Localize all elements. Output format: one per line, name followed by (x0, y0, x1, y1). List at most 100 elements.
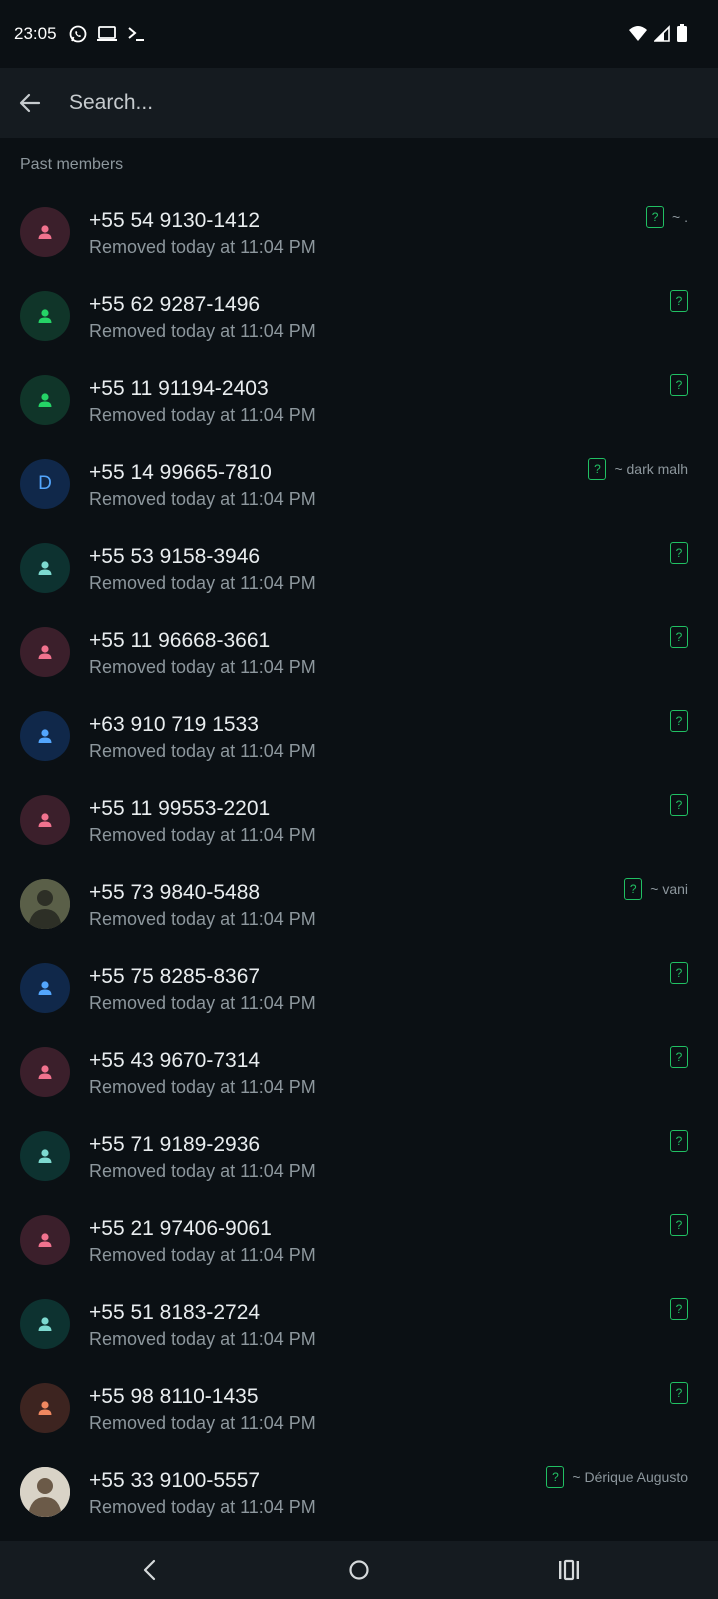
member-status: Removed today at 11:04 PM (89, 405, 316, 425)
avatar[interactable] (20, 375, 70, 425)
person-icon (35, 1062, 55, 1082)
member-meta: ? (670, 542, 688, 564)
member-status: Removed today at 11:04 PM (89, 1077, 316, 1097)
back-nav-icon[interactable] (135, 1555, 165, 1585)
member-row[interactable]: +55 11 91194-2403 Removed today at 11:04 … (0, 359, 718, 443)
member-meta: ? (670, 1130, 688, 1152)
member-phone: +55 51 8183-2724 (89, 1301, 261, 1324)
member-row[interactable]: +55 33 9100-5557 Removed today at 11:04 P… (0, 1451, 718, 1535)
member-push-name: ~ . (672, 209, 688, 225)
member-status: Removed today at 11:04 PM (89, 321, 316, 341)
person-icon (35, 810, 55, 830)
system-nav-bar (0, 1541, 718, 1599)
avatar[interactable] (20, 1299, 70, 1349)
member-meta: ? (670, 626, 688, 648)
member-meta: ? (670, 1382, 688, 1404)
home-nav-icon[interactable] (344, 1555, 374, 1585)
member-phone: +55 33 9100-5557 (89, 1469, 261, 1492)
member-row[interactable]: +55 11 99553-2201 Removed today at 11:04 … (0, 779, 718, 863)
status-system-icons (628, 24, 688, 49)
unknown-contact-badge: ? (670, 1382, 688, 1404)
member-status: Removed today at 11:04 PM (89, 1329, 316, 1349)
member-phone: +55 11 91194-2403 (89, 377, 269, 400)
member-row[interactable]: +55 21 97406-9061 Removed today at 11:04 … (0, 1199, 718, 1283)
avatar[interactable] (20, 1215, 70, 1265)
avatar[interactable] (20, 1131, 70, 1181)
member-phone: +55 75 8285-8367 (89, 965, 261, 988)
member-row[interactable]: D +55 14 99665-7810 Removed today at 11:04… (0, 443, 718, 527)
avatar[interactable] (20, 1467, 70, 1517)
member-phone: +55 11 96668-3661 (89, 629, 271, 652)
avatar[interactable] (20, 879, 70, 929)
member-row[interactable]: +55 73 9840-5488 Removed today at 11:04 P… (0, 863, 718, 947)
recents-nav-icon[interactable] (554, 1555, 584, 1585)
member-meta: ? ~ Dérique Augusto (546, 1466, 688, 1488)
profile-photo-icon (20, 1467, 70, 1517)
member-meta: ? (670, 794, 688, 816)
avatar[interactable] (20, 1047, 70, 1097)
unknown-contact-badge: ? (670, 710, 688, 732)
member-row[interactable]: +55 75 8285-8367 Removed today at 11:04 P… (0, 947, 718, 1031)
search-input[interactable] (69, 86, 669, 120)
person-icon (35, 726, 55, 746)
unknown-contact-badge: ? (670, 1046, 688, 1068)
member-meta: ? ~ dark malh (588, 458, 688, 480)
member-meta: ? (670, 962, 688, 984)
member-row[interactable]: +55 11 96668-3661 Removed today at 11:04 … (0, 611, 718, 695)
status-notification-icons (68, 24, 146, 49)
member-status: Removed today at 11:04 PM (89, 489, 316, 509)
profile-photo-icon (20, 879, 70, 929)
member-phone: +55 14 99665-7810 (89, 461, 272, 484)
member-row[interactable]: +55 54 9130-1412 Removed today at 11:04 P… (0, 191, 718, 275)
avatar[interactable]: D (20, 459, 70, 509)
member-phone: +55 11 99553-2201 (89, 797, 271, 820)
unknown-contact-badge: ? (670, 542, 688, 564)
back-arrow-icon[interactable] (18, 91, 42, 115)
person-icon (35, 642, 55, 662)
member-row[interactable]: +55 71 9189-2936 Removed today at 11:04 P… (0, 1115, 718, 1199)
avatar[interactable] (20, 627, 70, 677)
member-meta: ? (670, 1214, 688, 1236)
member-status: Removed today at 11:04 PM (89, 909, 316, 929)
past-members-list: +55 54 9130-1412 Removed today at 11:04 P… (0, 191, 718, 1535)
person-icon (35, 1146, 55, 1166)
member-push-name: ~ Dérique Augusto (572, 1469, 688, 1485)
person-icon (35, 1314, 55, 1334)
member-phone: +55 98 8110-1435 (89, 1385, 259, 1408)
unknown-contact-badge: ? (624, 878, 643, 900)
member-phone: +55 73 9840-5488 (89, 881, 261, 904)
member-row[interactable]: +55 53 9158-3946 Removed today at 11:04 P… (0, 527, 718, 611)
member-row[interactable]: +55 51 8183-2724 Removed today at 11:04 P… (0, 1283, 718, 1367)
avatar[interactable] (20, 543, 70, 593)
member-row[interactable]: +55 43 9670-7314 Removed today at 11:04 P… (0, 1031, 718, 1115)
unknown-contact-badge: ? (670, 374, 688, 396)
unknown-contact-badge: ? (670, 1130, 688, 1152)
avatar[interactable] (20, 291, 70, 341)
unknown-contact-badge: ? (670, 1298, 688, 1320)
avatar-initial: D (38, 473, 52, 494)
member-status: Removed today at 11:04 PM (89, 741, 316, 761)
avatar[interactable] (20, 207, 70, 257)
member-status: Removed today at 11:04 PM (89, 993, 316, 1013)
unknown-contact-badge: ? (546, 1466, 565, 1488)
member-row[interactable]: +55 98 8110-1435 Removed today at 11:04 P… (0, 1367, 718, 1451)
member-phone: +55 71 9189-2936 (89, 1133, 261, 1156)
terminal-icon (126, 25, 146, 48)
unknown-contact-badge: ? (646, 206, 665, 228)
member-status: Removed today at 11:04 PM (89, 1161, 316, 1181)
unknown-contact-badge: ? (670, 626, 688, 648)
avatar[interactable] (20, 711, 70, 761)
member-phone: +55 53 9158-3946 (89, 545, 261, 568)
member-status: Removed today at 11:04 PM (89, 1413, 316, 1433)
person-icon (35, 1398, 55, 1418)
member-push-name: ~ dark malh (614, 461, 688, 477)
person-icon (35, 222, 55, 242)
member-row[interactable]: +55 62 9287-1496 Removed today at 11:04 P… (0, 275, 718, 359)
member-row[interactable]: +63 910 719 1533 Removed today at 11:04 P… (0, 695, 718, 779)
avatar[interactable] (20, 963, 70, 1013)
search-bar (0, 68, 718, 138)
member-status: Removed today at 11:04 PM (89, 237, 316, 257)
avatar[interactable] (20, 1383, 70, 1433)
avatar[interactable] (20, 795, 70, 845)
member-status: Removed today at 11:04 PM (89, 1497, 316, 1517)
